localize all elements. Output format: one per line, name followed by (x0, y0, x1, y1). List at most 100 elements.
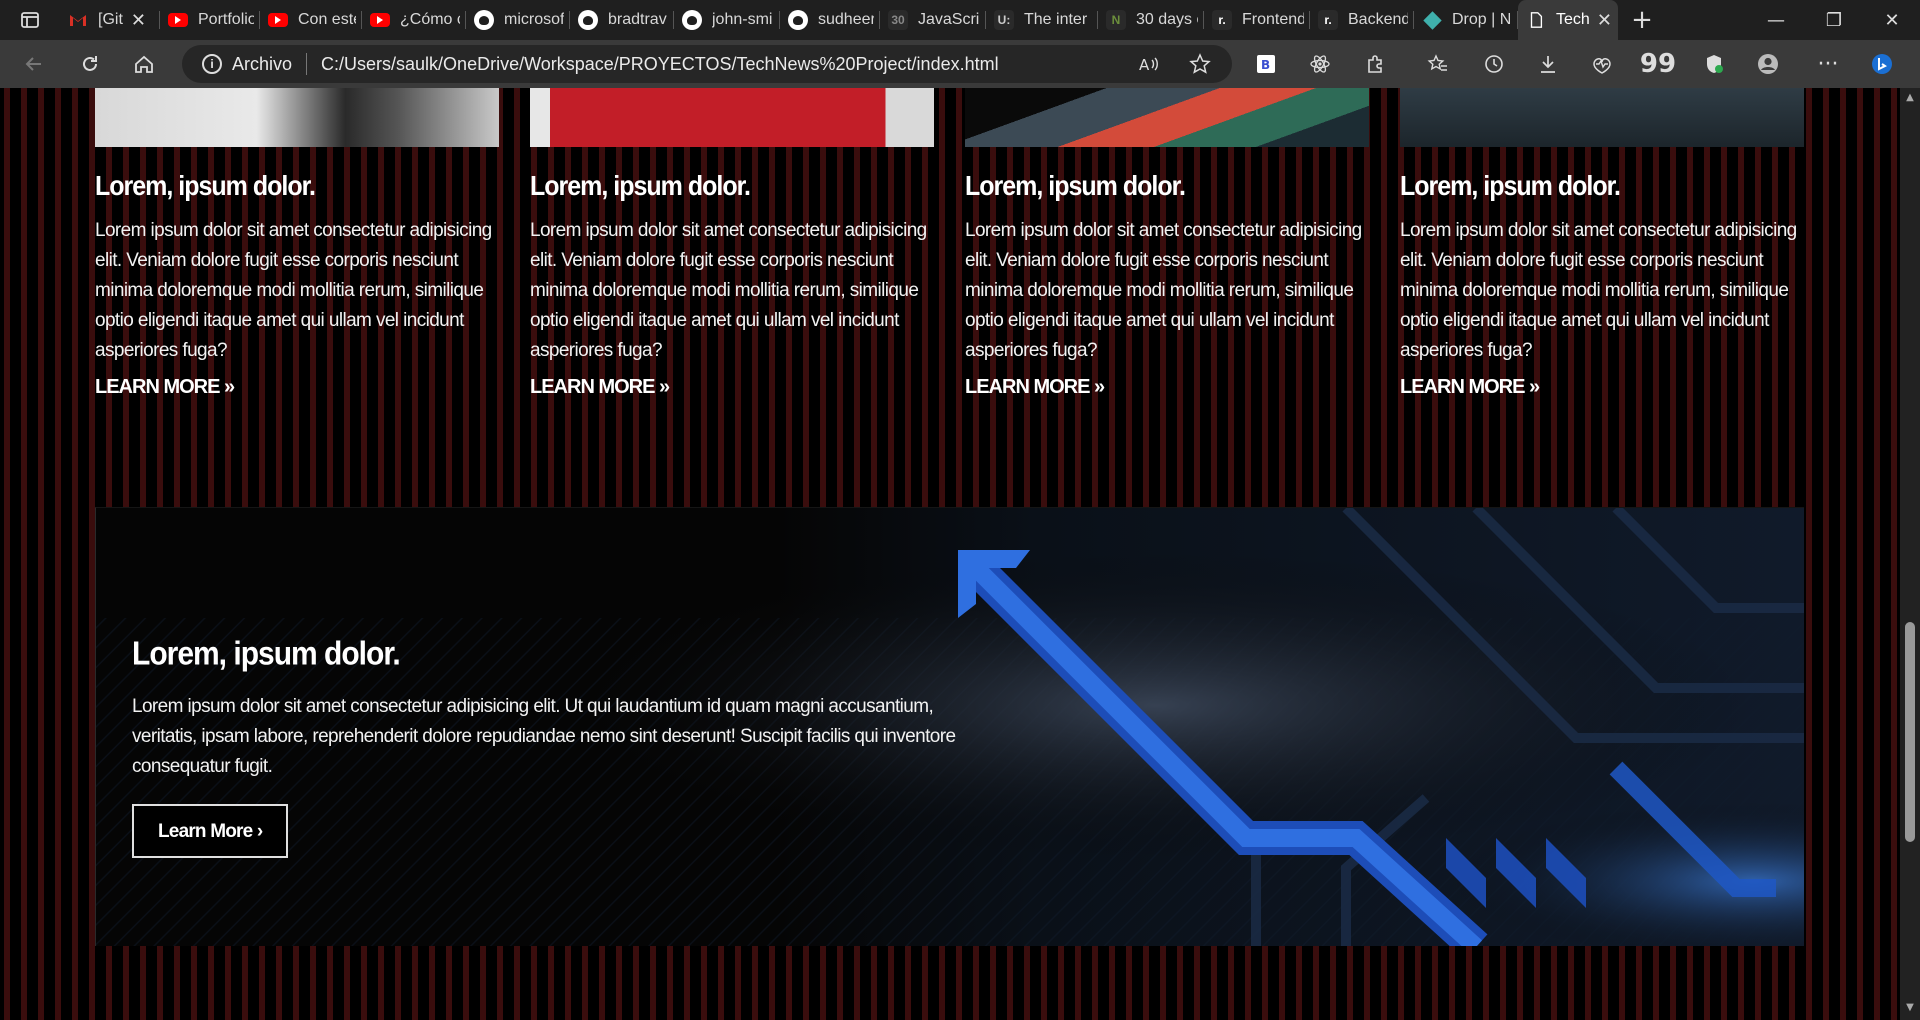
github-icon (474, 10, 494, 30)
tab-title: Backend (1348, 11, 1408, 28)
performance-icon[interactable] (1584, 48, 1620, 80)
tab-12[interactable]: r. Frontend (1204, 0, 1310, 40)
web-page: Lorem, ipsum dolor. Lorem ipsum dolor sit… (0, 88, 1900, 1020)
r-icon: r. (1212, 10, 1232, 30)
settings-more-icon[interactable]: ··· (1810, 48, 1846, 80)
article-text: Lorem ipsum dolor sit amet consectetur a… (1400, 220, 1797, 361)
tab-title: ¿Cómo c (400, 11, 460, 28)
tab-title: Drop | N (1452, 11, 1512, 28)
r-icon: r. (1318, 10, 1338, 30)
tab-9[interactable]: 30 JavaScrip (880, 0, 986, 40)
article-image (530, 88, 934, 147)
tab-title: Tech (1556, 11, 1589, 28)
reload-button[interactable] (72, 48, 108, 80)
address-separator (306, 53, 308, 75)
tab-10[interactable]: U: The inter (986, 0, 1098, 40)
react-devtools-icon[interactable] (1302, 48, 1338, 80)
tab-title: Con este (298, 11, 356, 28)
tab-2[interactable]: Portfolio (160, 0, 260, 40)
scroll-thumb[interactable] (1905, 622, 1915, 842)
file-scheme-label: Archivo (232, 53, 293, 74)
site-info-icon[interactable]: i (202, 54, 222, 74)
learn-more-link[interactable]: LEARN MORE » (530, 376, 670, 399)
tab-title: Portfolio (198, 11, 254, 28)
youtube-icon (168, 13, 188, 27)
tab-title: Frontend (1242, 11, 1304, 28)
tab-15[interactable]: Tech ✕ (1518, 0, 1618, 40)
back-arrow-icon (25, 57, 41, 71)
article-text: Lorem ipsum dolor sit amet consectetur a… (965, 220, 1362, 361)
github-icon (788, 10, 808, 30)
new-tab-button[interactable]: + (1618, 0, 1666, 40)
article-card: Lorem, ipsum dolor. Lorem ipsum dolor sit… (530, 88, 934, 399)
quote-extension-icon[interactable]: 99 (1640, 48, 1676, 80)
article-title: Lorem, ipsum dolor. (1400, 171, 1621, 202)
scroll-up-icon[interactable]: ▲ (1904, 92, 1916, 103)
article-title: Lorem, ipsum dolor. (965, 171, 1186, 202)
learn-more-link[interactable]: LEARN MORE » (1400, 376, 1540, 399)
tab-13[interactable]: r. Backend (1310, 0, 1414, 40)
history-icon[interactable] (1476, 48, 1512, 80)
tab-8[interactable]: sudheerj (780, 0, 880, 40)
diamond-icon (1422, 10, 1442, 30)
tab-title: [Git (98, 11, 123, 28)
article-card: Lorem, ipsum dolor. Lorem ipsum dolor sit… (95, 88, 499, 399)
svg-text:B: B (1261, 58, 1270, 72)
close-tab-icon[interactable]: ✕ (131, 10, 146, 31)
article-text: Lorem ipsum dolor sit amet consectetur a… (530, 220, 927, 361)
bookmark-extension-icon[interactable]: B (1248, 48, 1284, 80)
tab-title: 30 days c (1136, 11, 1198, 28)
tab-7[interactable]: john-smi (674, 0, 780, 40)
showcase-text: Lorem ipsum dolor sit amet consectetur a… (132, 696, 956, 777)
showcase-learn-more-button[interactable]: Learn More › (132, 804, 289, 858)
tab-5[interactable]: microsof (466, 0, 570, 40)
address-field[interactable]: i Archivo C:/Users/saulk/OneDrive/Worksp… (182, 45, 1232, 83)
tab-title: bradtrav (608, 11, 667, 28)
browser-essentials-icon[interactable] (1696, 48, 1732, 80)
tab-strip: [Git ✕ Portfolio Con este ¿Cómo c microsof bra… (0, 0, 1920, 40)
downloads-icon[interactable] (1530, 48, 1566, 80)
article-image (965, 88, 1369, 147)
n-icon: N (1106, 10, 1126, 30)
restore-button[interactable]: ❐ (1806, 0, 1862, 40)
svg-text:A: A (1139, 56, 1150, 74)
minimize-button[interactable]: — (1748, 0, 1804, 40)
tab-1[interactable]: [Git ✕ (60, 0, 160, 40)
home-button[interactable] (126, 48, 162, 80)
back-button[interactable] (16, 48, 52, 80)
showcase-content: Lorem, ipsum dolor. Lorem ipsum dolor si… (132, 636, 962, 858)
url-text[interactable]: C:/Users/saulk/OneDrive/Workspace/PROYEC… (321, 54, 999, 75)
showcase-title: Lorem, ipsum dolor. (132, 636, 401, 673)
article-text: Lorem ipsum dolor sit amet consectetur a… (95, 220, 492, 361)
article-title: Lorem, ipsum dolor. (95, 171, 316, 202)
youtube-icon (370, 13, 390, 27)
tab-4[interactable]: ¿Cómo c (362, 0, 466, 40)
tab-14[interactable]: Drop | N (1414, 0, 1518, 40)
favorites-icon[interactable] (1420, 48, 1456, 80)
tab-title: JavaScrip (918, 11, 980, 28)
page-scrollbar[interactable]: ▲ ▼ (1900, 88, 1920, 1020)
article-title: Lorem, ipsum dolor. (530, 171, 751, 202)
u-icon: U: (994, 10, 1014, 30)
tab-6[interactable]: bradtrav (570, 0, 674, 40)
extensions-icon[interactable] (1358, 48, 1394, 80)
tab-actions-icon[interactable] (0, 0, 60, 40)
profile-avatar-icon[interactable] (1750, 48, 1786, 80)
tab-title: sudheerj (818, 11, 874, 28)
bing-copilot-icon[interactable] (1864, 48, 1900, 80)
tab-11[interactable]: N 30 days c (1098, 0, 1204, 40)
learn-more-link[interactable]: LEARN MORE » (965, 376, 1105, 399)
close-tab-icon[interactable]: ✕ (1597, 10, 1612, 31)
gmail-icon (68, 10, 88, 30)
tab-title: The inter (1024, 11, 1088, 28)
learn-more-link[interactable]: LEARN MORE » (95, 376, 235, 399)
reload-icon (83, 56, 97, 71)
document-icon (1526, 10, 1546, 30)
close-window-button[interactable]: ✕ (1864, 0, 1920, 40)
tab-title: john-smi (712, 11, 773, 28)
read-aloud-icon[interactable]: A (1130, 48, 1166, 80)
favorite-star-icon[interactable] (1182, 48, 1218, 80)
article-card: Lorem, ipsum dolor. Lorem ipsum dolor sit… (1400, 88, 1804, 399)
tab-3[interactable]: Con este (260, 0, 362, 40)
scroll-down-icon[interactable]: ▼ (1904, 1002, 1916, 1013)
